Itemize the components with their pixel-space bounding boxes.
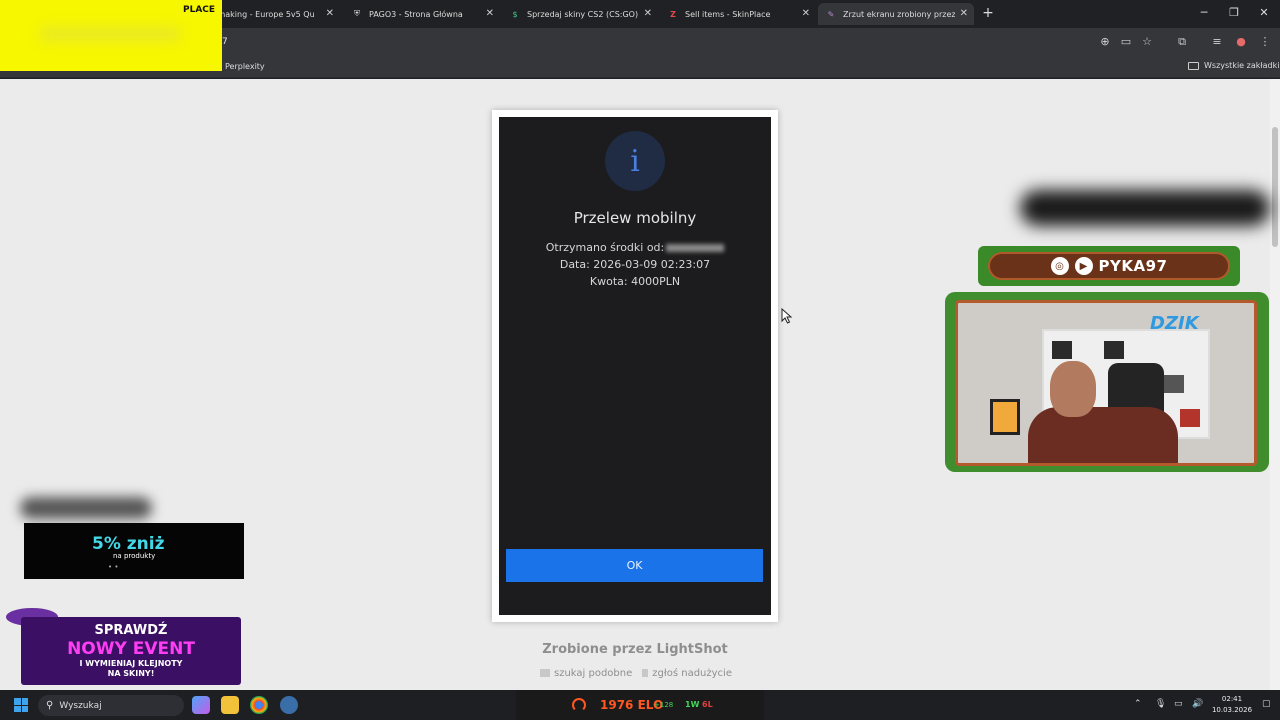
skinplace-icon: Z [670, 9, 676, 19]
close-icon[interactable]: ✕ [644, 8, 652, 19]
phone-screenshot: i Przelew mobilny Otrzymano środki od: D… [499, 117, 771, 615]
event-banner: SPRAWDŹ NOWY EVENT I WYMIENIAJ KLEJNOTY … [21, 617, 241, 685]
redaction-overlay: PLACE [0, 0, 222, 71]
minimize-button[interactable]: ─ [1196, 6, 1212, 19]
star-icon[interactable]: ☆ [1140, 35, 1154, 48]
elo-losses: 6L [702, 700, 713, 709]
search-similar-link[interactable]: szukaj podobne [540, 668, 632, 679]
dollar-icon: $ [512, 9, 518, 19]
overlay-text: PLACE [183, 5, 216, 15]
clock-date: 10.03.2026 [1211, 706, 1253, 714]
report-abuse-link[interactable]: zgłoś nadużycie [642, 668, 732, 679]
tab-title: Sprzedaj skiny CS2 (CS:GO) za p [527, 9, 639, 19]
lightshot-brand[interactable]: Zrobione przez LightShot [492, 642, 778, 657]
dialog-title: Przelew mobilny [573, 209, 697, 227]
date-line: Data: 2026-03-09 02:23:07 [559, 258, 711, 271]
tab-pago3[interactable]: ⛨ PAGO3 - Strona Główna ✕ [344, 3, 500, 25]
notifications-icon[interactable]: ▢ [1262, 699, 1271, 709]
app-icon[interactable] [280, 696, 298, 714]
search-icon: ⚲ [46, 700, 54, 711]
cast-icon[interactable]: ▭ [1119, 35, 1133, 48]
close-icon[interactable]: ✕ [802, 8, 810, 19]
network-icon[interactable]: ▭ [1174, 699, 1183, 709]
feather-icon: ✎ [827, 9, 835, 19]
profile-icon[interactable]: ● [1234, 35, 1248, 48]
new-tab-button[interactable]: + [980, 5, 996, 21]
extensions-icon[interactable]: ⧉ [1175, 35, 1189, 49]
shield-icon: ⛨ [354, 9, 360, 18]
chrome-icon[interactable] [250, 696, 268, 714]
screenshot-frame: i Przelew mobilny Otrzymano środki od: D… [492, 110, 778, 622]
youtube-icon: ▶ [1074, 257, 1093, 275]
ok-button[interactable]: OK [506, 549, 763, 582]
info-icon: i [605, 131, 665, 191]
lightshot-links: szukaj podobne zgłoś nadużycie [540, 668, 732, 679]
taskbar-search[interactable]: ⚲ Wyszukaj [38, 695, 184, 716]
tray-chevron-icon[interactable]: ⌃ [1134, 699, 1142, 709]
tab-title: Zrzut ekranu zrobiony przez Li [843, 9, 955, 19]
reading-list-icon[interactable]: ≡ [1210, 35, 1224, 48]
blurred-overlay [1020, 190, 1270, 226]
tab-title: PAGO3 - Strona Główna [369, 9, 463, 19]
channel-name: PYKA97 [1098, 257, 1168, 275]
copilot-icon[interactable] [192, 696, 210, 714]
cam-logo: DZIK [1150, 313, 1199, 334]
received-line: Otrzymano środki od: [499, 241, 771, 254]
close-window-button[interactable]: ✕ [1256, 6, 1272, 19]
bookmark-perplexity[interactable]: Perplexity [225, 62, 265, 71]
webcam-feed: DZIK [955, 300, 1257, 466]
microphone-icon[interactable]: 🎙 [1155, 699, 1166, 709]
file-explorer-icon[interactable] [221, 696, 239, 714]
promo-subtext: na produkty [113, 552, 156, 560]
flag-icon [642, 669, 649, 677]
scrollbar[interactable] [1270, 79, 1280, 690]
elo-widget: 1976 ELO +128 1W 6L [516, 690, 764, 720]
event-line-1: SPRAWDŹ [94, 623, 168, 638]
close-icon[interactable]: ✕ [960, 8, 968, 19]
monitor [990, 399, 1020, 435]
scrollbar-thumb[interactable] [1272, 127, 1278, 247]
received-label: Otrzymano środki od: [545, 241, 665, 254]
tab-title: chmaking - Europe 5v5 Qu [208, 9, 315, 19]
tab-title: Sell items - SkinPlace [685, 9, 771, 19]
social-plate: ◎ ▶ PYKA97 [988, 252, 1230, 280]
close-icon[interactable]: ✕ [486, 8, 494, 19]
amount-line: Kwota: 4000PLN [589, 275, 681, 288]
restore-button[interactable]: ❐ [1226, 6, 1242, 19]
instagram-icon: ◎ [1050, 257, 1069, 275]
camera-icon [540, 669, 550, 677]
promo-banner: 5% zniż na produkty • • [24, 523, 244, 579]
streamer-body [1028, 407, 1178, 463]
address-bar[interactable]: 7 [222, 37, 228, 47]
blurred-sender [666, 244, 725, 252]
zoom-icon[interactable]: ⊕ [1098, 35, 1112, 48]
promo-discount: 5% zniż [92, 534, 165, 554]
all-bookmarks-label: Wszystkie zakładki [1204, 61, 1280, 70]
windows-start-icon[interactable] [14, 698, 28, 712]
volume-icon[interactable]: 🔊 [1192, 699, 1203, 709]
elo-delta: +128 [654, 701, 674, 709]
tab-sprzedaj-skiny[interactable]: $ Sprzedaj skiny CS2 (CS:GO) za p ✕ [502, 3, 658, 25]
all-bookmarks-button[interactable]: Wszystkie zakładki [1188, 61, 1279, 70]
redaction-smudge [40, 26, 180, 42]
elo-gauge-icon [572, 698, 586, 712]
tab-lightshot[interactable]: ✎ Zrzut ekranu zrobiony przez Li ✕ [818, 3, 974, 25]
promo-dots: • • [108, 563, 119, 571]
event-line-2: NOWY EVENT [67, 639, 195, 659]
event-line-3: I WYMIENIAJ KLEJNOTY [79, 659, 183, 668]
clock-time: 02:41 [1221, 695, 1243, 703]
elo-wins: 1W [685, 700, 700, 709]
event-line-4: NA SKINY! [107, 669, 155, 678]
streamer-head [1050, 361, 1096, 417]
blurred-overlay-pill [20, 497, 152, 519]
mouse-cursor-icon [781, 308, 793, 324]
menu-icon[interactable]: ⋮ [1258, 35, 1272, 48]
folder-icon [1188, 61, 1199, 70]
search-placeholder: Wyszukaj [59, 700, 102, 711]
taskbar-clock[interactable]: 02:41 10.03.2026 [1208, 694, 1256, 716]
close-icon[interactable]: ✕ [326, 8, 334, 19]
tab-skinplace[interactable]: Z Sell items - SkinPlace ✕ [660, 3, 816, 25]
